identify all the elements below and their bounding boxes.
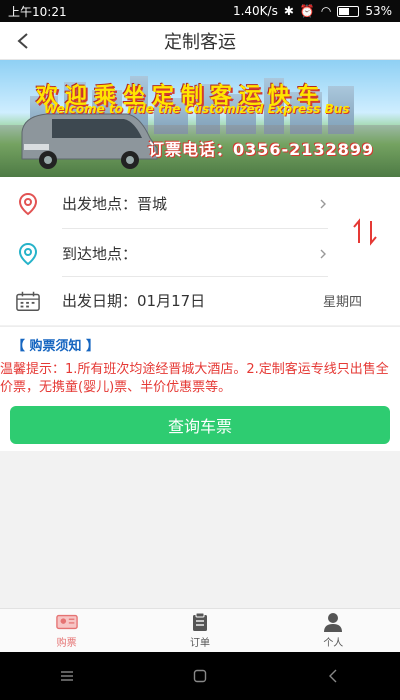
chevron-right-icon [320,199,326,208]
weekday-label: 星期四 [322,295,362,310]
ticket-icon [55,612,78,632]
date-label: 出发日期：01月17日 [62,292,206,310]
tab-profile[interactable]: 个人 [267,609,400,652]
location-pin-teal-icon [16,242,40,266]
battery-level: 53% [365,4,392,18]
back-nav-icon[interactable] [313,664,353,688]
departure-label: 出发地点：晋城 [62,195,168,213]
tab-label: 个人 [323,638,344,649]
status-time: 上午10:21 [8,4,67,19]
home-icon[interactable] [180,664,220,688]
location-pin-red-icon [16,192,40,216]
battery-icon [337,5,360,17]
notice-title: 【 购票须知 】 [12,339,100,354]
departure-row[interactable]: 出发地点：晋城 [0,179,400,228]
notice-text: 温馨提示：1.所有班次均途经晋城大酒店。2.定制客运专线只出售全价票，无携童(婴… [0,362,389,395]
menu-icon[interactable] [47,664,87,688]
status-indicators: 1.40K/s ✱ ⏰ ◠ 53% [233,4,392,18]
tab-tickets[interactable]: 购票 [0,609,133,652]
person-icon [322,612,344,632]
tab-orders[interactable]: 订单 [133,609,266,652]
alarm-icon: ⏰ [299,4,315,18]
date-row[interactable]: 出发日期：01月17日 星期四 [0,276,400,325]
booking-form: 出发地点：晋城 到达地点： 出发日期：01月17日 星期四 [0,177,400,325]
banner-phone: 订票电话：0356-2132899 [148,140,375,159]
arrival-row[interactable]: 到达地点： [0,229,400,278]
promo-banner: 欢迎乘坐定制客运快车 Welcome to ride the Customize… [0,60,400,177]
tab-label: 购票 [56,638,77,649]
bottom-tab-bar: 购票 订单 个人 [0,608,400,652]
back-button[interactable] [10,28,36,54]
bluetooth-icon: ✱ [283,4,294,18]
arrival-label: 到达地点： [62,245,138,263]
status-bar: 上午10:21 1.40K/s ✱ ⏰ ◠ 53% [0,0,400,22]
tab-label: 订单 [189,638,210,649]
swap-locations-icon[interactable] [350,217,380,247]
banner-subline: Welcome to ride the Customized Express B… [44,102,350,116]
system-nav-bar [0,652,400,700]
network-speed: 1.40K/s [232,4,278,18]
calendar-icon [16,289,40,313]
page-title: 定制客运 [164,31,236,53]
query-tickets-button[interactable]: 查询车票 [10,406,390,444]
chevron-right-icon [320,249,326,258]
wifi-icon: ◠ [320,4,332,18]
header-bar: 定制客运 [0,22,400,60]
chevron-left-icon [17,33,28,49]
orders-icon [189,612,211,632]
